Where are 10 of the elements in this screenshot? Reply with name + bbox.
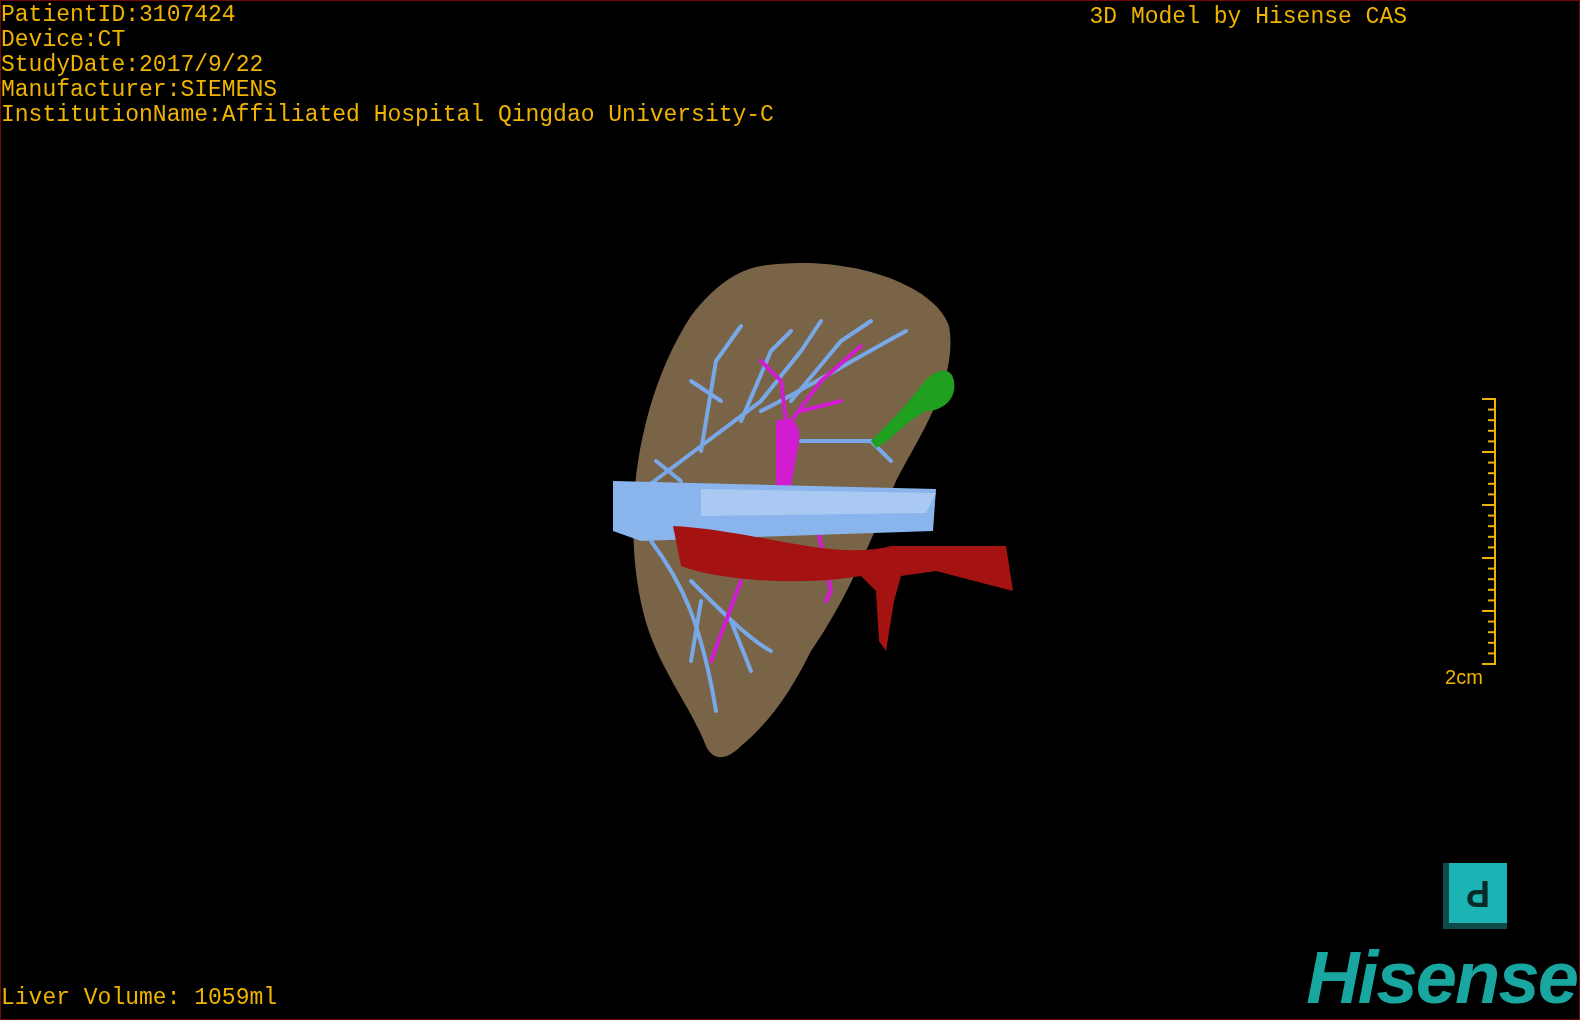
- patient-info-text: InstitutionName:Affiliated Hospital Qingdao University-C: [1, 103, 774, 128]
- patient-info-text: StudyDate:2017/9/22: [1, 53, 265, 78]
- patient-info-text: Manufacturer:SIEMENS: [1, 78, 279, 103]
- brand-logo: Hisense: [1306, 943, 1577, 1013]
- orientation-cube[interactable]: P: [1443, 863, 1507, 929]
- liver-volume-text: Liver Volume: 1059ml: [1, 986, 278, 1011]
- patient-info-text: PatientID:3107424: [1, 3, 237, 28]
- patient-info-text: Device:CT: [1, 28, 127, 53]
- viewer-title: 3D Model by Hisense CAS: [1089, 3, 1407, 30]
- scale-label: 2cm: [1445, 666, 1483, 688]
